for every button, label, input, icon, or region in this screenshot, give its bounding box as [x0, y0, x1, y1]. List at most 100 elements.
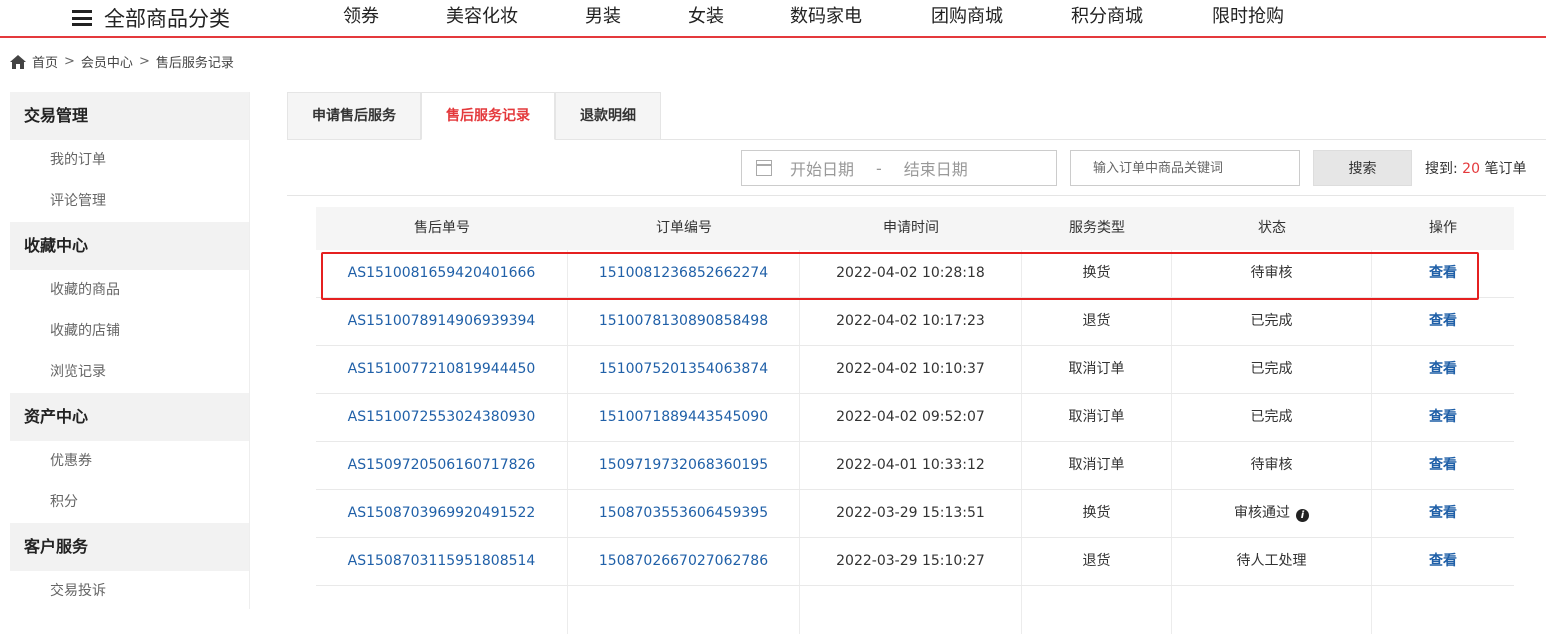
service-no-link[interactable]: AS1509720506160717826 [348, 457, 536, 473]
apply-time: 2022-03-29 15:10:27 [800, 538, 1022, 585]
nav-link-beauty[interactable]: 美容化妆 [446, 0, 518, 36]
table-row: AS1510081659420401666 151008123685266227… [316, 250, 1514, 298]
sidebar-item-coupons[interactable]: 优惠券 [10, 441, 249, 482]
breadcrumb-current: 售后服务记录 [155, 56, 234, 71]
order-no-link[interactable]: 1508702667027062786 [599, 553, 768, 569]
nav-link-menswear[interactable]: 男装 [585, 0, 621, 36]
view-button[interactable]: 查看 [1429, 553, 1457, 569]
table-row: AS1508703115951808514 150870266702706278… [316, 538, 1514, 586]
tab-after-sales-records[interactable]: 售后服务记录 [421, 92, 555, 140]
sidebar-group-title: 交易管理 [10, 92, 249, 140]
table-row: AS1510077210819944450 151007520135406387… [316, 346, 1514, 394]
order-no-link[interactable]: 1510075201354063874 [599, 361, 768, 377]
service-type: 取消订单 [1022, 394, 1172, 441]
view-button[interactable]: 查看 [1429, 505, 1457, 521]
view-button[interactable]: 查看 [1429, 313, 1457, 329]
nav-link-digital[interactable]: 数码家电 [790, 0, 862, 36]
home-icon [10, 54, 26, 69]
apply-time: 2022-04-02 10:10:37 [800, 346, 1022, 393]
all-categories-button[interactable]: 全部商品分类 [72, 0, 230, 36]
view-button[interactable]: 查看 [1429, 361, 1457, 377]
status-text: 待审核 [1172, 250, 1372, 297]
breadcrumb: 首页 > 会员中心 > 售后服务记录 [10, 52, 234, 71]
table-row-partial [316, 586, 1514, 634]
sidebar-item-reviews[interactable]: 评论管理 [10, 181, 249, 222]
header-order-no: 订单编号 [656, 220, 712, 236]
after-sales-table: 售后单号 订单编号 申请时间 服务类型 状态 操作 AS151008165942… [316, 207, 1514, 634]
breadcrumb-home[interactable]: 首页 [32, 52, 58, 71]
result-count-number: 20 [1462, 161, 1480, 177]
end-date-field[interactable]: 结束日期 [904, 156, 968, 180]
order-no-link[interactable]: 1509719732068360195 [599, 457, 768, 473]
order-no-link[interactable]: 1510081236852662274 [599, 265, 768, 281]
sidebar: 交易管理 我的订单 评论管理 收藏中心 收藏的商品 收藏的店铺 浏览记录 资产中… [10, 92, 250, 609]
sidebar-item-fav-goods[interactable]: 收藏的商品 [10, 270, 249, 311]
service-no-link[interactable]: AS1510072553024380930 [348, 409, 536, 425]
apply-time: 2022-03-29 15:13:51 [800, 490, 1022, 537]
order-no-link[interactable]: 1510078130890858498 [599, 313, 768, 329]
calendar-icon [756, 160, 772, 176]
tab-apply-after-sales[interactable]: 申请售后服务 [287, 92, 421, 140]
view-button[interactable]: 查看 [1429, 409, 1457, 425]
sidebar-group-title: 客户服务 [10, 523, 249, 571]
sidebar-group-title: 收藏中心 [10, 222, 249, 270]
service-type: 取消订单 [1022, 346, 1172, 393]
nav-link-womenswear[interactable]: 女装 [688, 0, 724, 36]
nav-link-group-buy[interactable]: 团购商城 [931, 0, 1003, 36]
order-no-link[interactable]: 1508703553606459395 [599, 505, 768, 521]
service-no-link[interactable]: AS1508703115951808514 [348, 553, 536, 569]
service-type: 退货 [1022, 298, 1172, 345]
tab-bar: 申请售后服务 售后服务记录 退款明细 [287, 92, 661, 140]
table-row: AS1510078914906939394 151007813089085849… [316, 298, 1514, 346]
info-icon[interactable]: i [1296, 509, 1309, 522]
header-service-no: 售后单号 [414, 220, 470, 236]
service-no-link[interactable]: AS1510078914906939394 [348, 313, 536, 329]
apply-time: 2022-04-02 10:28:18 [800, 250, 1022, 297]
view-button[interactable]: 查看 [1429, 457, 1457, 473]
date-range-picker[interactable]: 开始日期 - 结束日期 [741, 150, 1057, 186]
header-apply-time: 申请时间 [883, 220, 939, 236]
status-text: 待审核 [1172, 442, 1372, 489]
breadcrumb-member-center[interactable]: 会员中心 [81, 52, 133, 71]
service-no-link[interactable]: AS1510081659420401666 [348, 265, 536, 281]
sidebar-group-title: 资产中心 [10, 393, 249, 441]
service-type: 换货 [1022, 490, 1172, 537]
status-text: 已完成 [1172, 394, 1372, 441]
breadcrumb-separator: > [64, 54, 75, 69]
nav-link-points-mall[interactable]: 积分商城 [1071, 0, 1143, 36]
service-type: 换货 [1022, 250, 1172, 297]
view-button[interactable]: 查看 [1429, 265, 1457, 281]
sidebar-item-points[interactable]: 积分 [10, 482, 249, 523]
header-service-type: 服务类型 [1069, 220, 1125, 236]
sidebar-item-fav-shops[interactable]: 收藏的店铺 [10, 311, 249, 352]
sidebar-item-complaints[interactable]: 交易投诉 [10, 571, 249, 612]
table-row: AS1509720506160717826 150971973206836019… [316, 442, 1514, 490]
nav-link-coupons[interactable]: 领券 [343, 0, 379, 36]
menu-icon [72, 10, 92, 26]
status-text: 审核通过 [1234, 505, 1290, 521]
apply-time: 2022-04-02 09:52:07 [800, 394, 1022, 441]
header-action: 操作 [1429, 220, 1457, 236]
search-button[interactable]: 搜索 [1313, 150, 1412, 186]
service-type: 取消订单 [1022, 442, 1172, 489]
start-date-field[interactable]: 开始日期 [790, 156, 854, 180]
status-cell: 审核通过 i [1172, 490, 1372, 537]
sidebar-item-my-orders[interactable]: 我的订单 [10, 140, 249, 181]
result-count: 搜到: 20 笔订单 [1425, 158, 1526, 178]
result-suffix: 笔订单 [1484, 161, 1527, 177]
apply-time: 2022-04-02 10:17:23 [800, 298, 1022, 345]
service-no-link[interactable]: AS1508703969920491522 [348, 505, 536, 521]
table-row: AS1508703969920491522 150870355360645939… [316, 490, 1514, 538]
service-type: 退货 [1022, 538, 1172, 585]
sidebar-item-history[interactable]: 浏览记录 [10, 352, 249, 393]
apply-time: 2022-04-01 10:33:12 [800, 442, 1022, 489]
nav-link-flash-sale[interactable]: 限时抢购 [1212, 0, 1284, 36]
tab-refund-details[interactable]: 退款明细 [555, 92, 661, 140]
date-range-separator: - [876, 158, 882, 178]
order-no-link[interactable]: 1510071889443545090 [599, 409, 768, 425]
service-no-link[interactable]: AS1510077210819944450 [348, 361, 536, 377]
result-prefix: 搜到: [1425, 161, 1458, 177]
header-status: 状态 [1258, 220, 1286, 236]
keyword-search-input[interactable] [1070, 150, 1300, 186]
table-header: 售后单号 订单编号 申请时间 服务类型 状态 操作 [316, 207, 1514, 250]
